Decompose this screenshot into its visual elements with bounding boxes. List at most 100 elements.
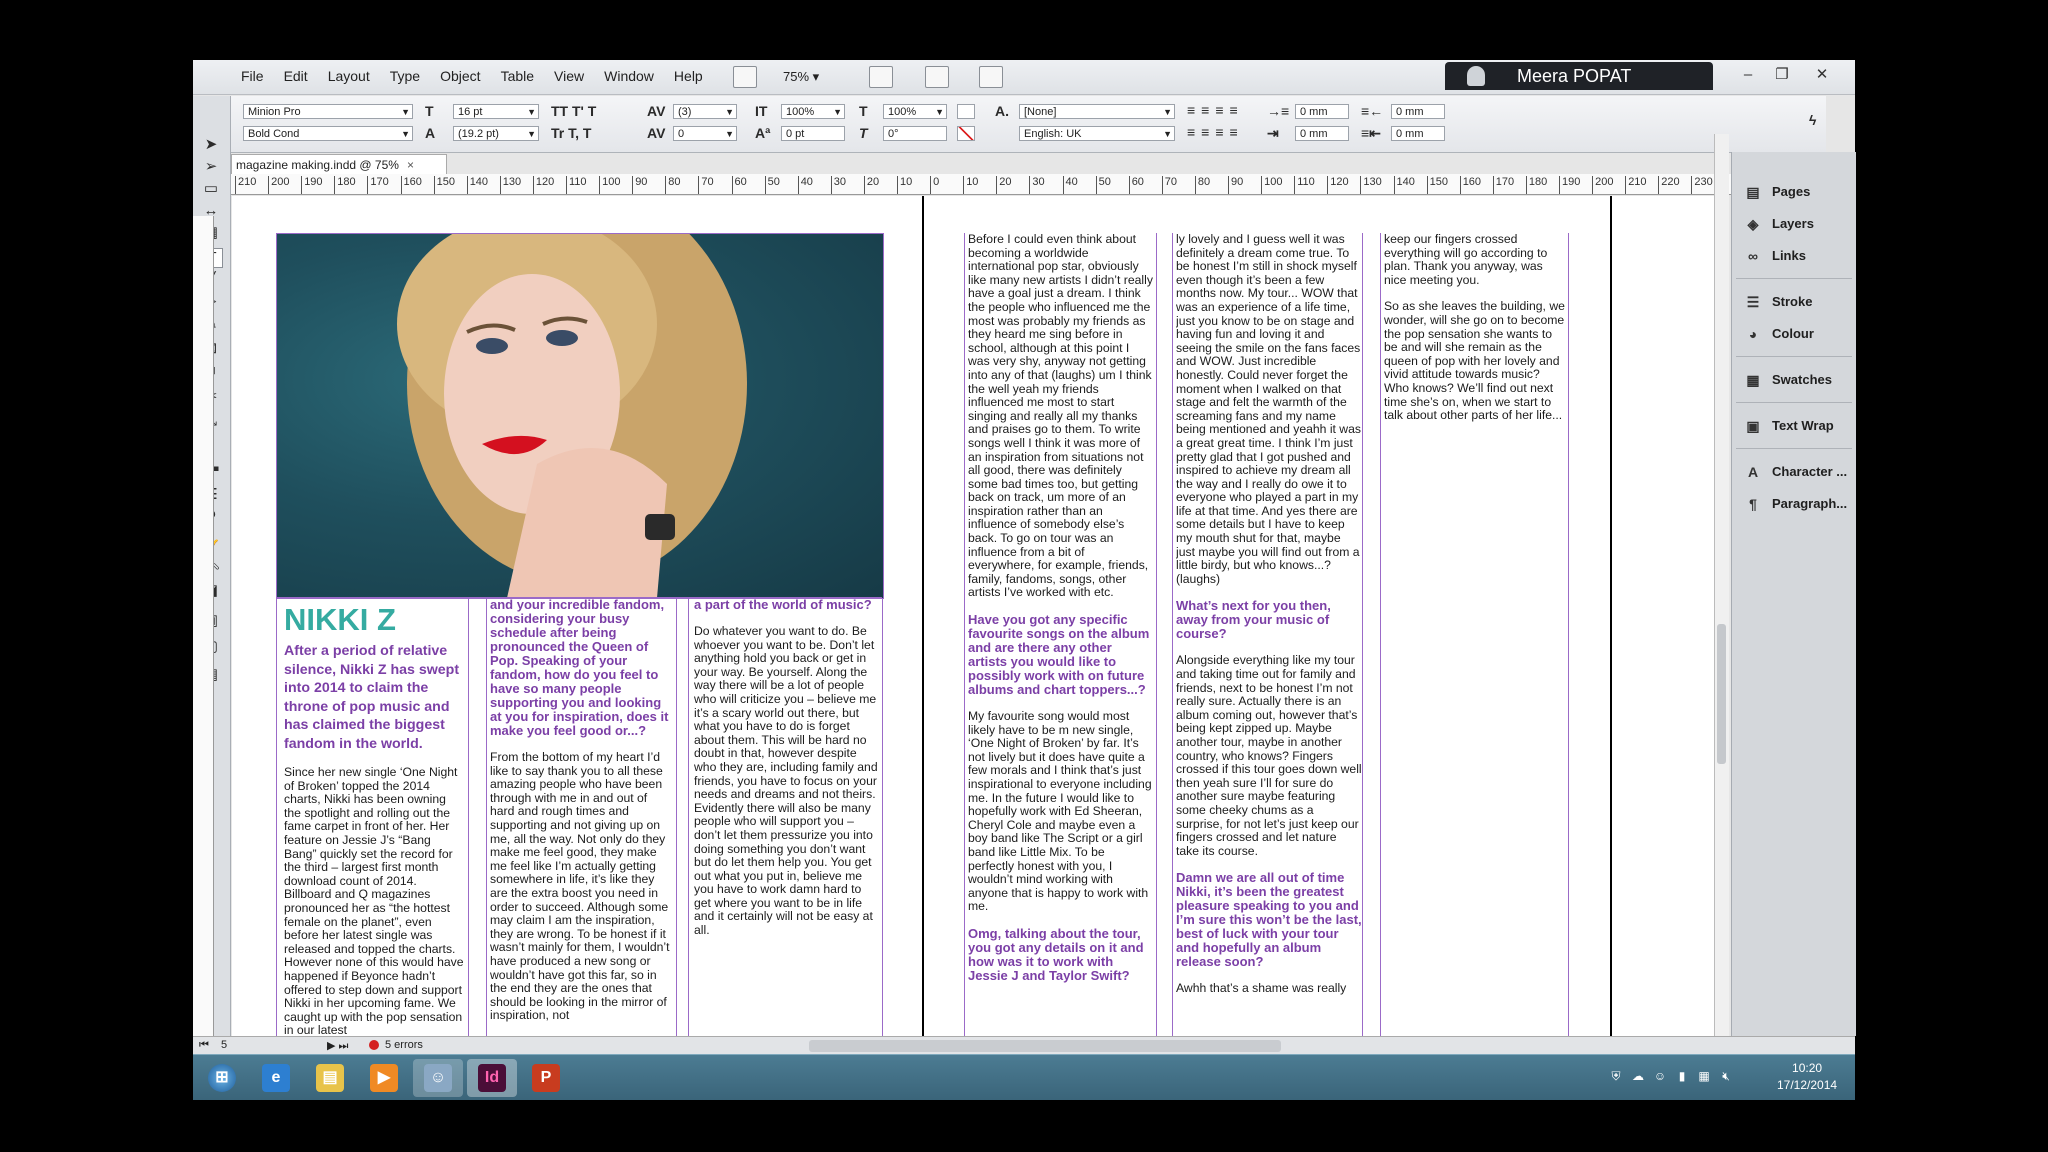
ruler-tick: 220: [1658, 176, 1680, 194]
menu-table[interactable]: Table: [501, 68, 534, 84]
vertical-scale-field[interactable]: 100% ▼: [781, 104, 845, 119]
panel-layers[interactable]: ◈ Layers: [1736, 210, 1852, 238]
skew-field[interactable]: 0°: [883, 126, 947, 141]
headline[interactable]: NIKKI Z: [284, 602, 396, 638]
paragraph-icon: ¶: [1749, 496, 1757, 512]
bottom-area: ⏮ 5 ▶ ⏭ 5 errors ⊞ e ▤ ▶ ☺ Id P ⛨ ☁ ☺ ▮ …: [193, 1036, 1855, 1100]
leading-field[interactable]: (19.2 pt) ▼: [453, 126, 539, 141]
user-badge[interactable]: Meera POPAT: [1445, 62, 1713, 90]
tray-cloud-icon[interactable]: ☁: [1631, 1069, 1645, 1083]
last-line-indent-field[interactable]: 0 mm: [1391, 126, 1445, 141]
lightning-icon[interactable]: ϟ: [1809, 112, 1816, 128]
vertical-scrollbar[interactable]: [1714, 134, 1729, 1036]
kerning-value: (3): [678, 106, 692, 118]
character-style-field[interactable]: [None] ▼: [1019, 104, 1175, 119]
text-column-4[interactable]: Before I could even think about becoming…: [968, 233, 1154, 1036]
internet-explorer-icon: e: [262, 1064, 290, 1092]
text-column-5[interactable]: ly lovely and I guess well it was defini…: [1176, 233, 1362, 1036]
close-icon[interactable]: ✕: [1807, 64, 1837, 86]
cover-photo[interactable]: [276, 233, 884, 599]
text-column-2[interactable]: and your incredible fandom, considering …: [490, 598, 674, 1036]
panel-character[interactable]: A Character ...: [1736, 458, 1852, 486]
tracking-value: 0: [678, 128, 685, 140]
taskbar-user[interactable]: ☺: [413, 1059, 463, 1097]
menu-view[interactable]: View: [554, 68, 584, 84]
baseline-shift-icon: Aª: [755, 125, 771, 141]
font-style-field[interactable]: Bold Cond ▼: [243, 126, 413, 141]
menu-edit[interactable]: Edit: [284, 68, 308, 84]
page-tool-icon[interactable]: ▭: [201, 180, 221, 198]
tray-user-icon[interactable]: ☺: [1653, 1069, 1667, 1083]
selection-tool-icon[interactable]: ➤: [201, 136, 221, 154]
view-options-icon[interactable]: [869, 66, 893, 88]
taskbar-file-explorer[interactable]: ▤: [305, 1059, 355, 1097]
language-field[interactable]: English: UK ▼: [1019, 126, 1175, 141]
first-line-indent-field[interactable]: 0 mm: [1295, 126, 1349, 141]
direct-selection-tool-icon[interactable]: ➢: [201, 158, 221, 176]
minimize-icon[interactable]: –: [1733, 64, 1763, 86]
font-size-value: 16 pt: [458, 106, 483, 118]
first-page-icon[interactable]: ⏮: [199, 1039, 209, 1052]
fill-swatch[interactable]: [957, 104, 975, 119]
panel-paragraph[interactable]: ¶ Paragraph...: [1736, 490, 1852, 518]
horizontal-scale-field[interactable]: 100% ▼: [883, 104, 947, 119]
bridge-icon[interactable]: [733, 66, 757, 88]
tray-shield-icon[interactable]: ⛨: [1609, 1069, 1623, 1083]
left-indent-field[interactable]: 0 mm: [1295, 104, 1349, 119]
panel-swatches-label: Swatches: [1772, 372, 1832, 387]
panel-pages[interactable]: ▤ Pages: [1736, 178, 1852, 206]
next-page-icon[interactable]: ▶ ⏭: [327, 1039, 348, 1053]
taskbar-internet-explorer[interactable]: e: [251, 1059, 301, 1097]
menu-file[interactable]: File: [241, 68, 264, 84]
horizontal-scroll-thumb[interactable]: [809, 1040, 1281, 1052]
tray-network-icon[interactable]: ▦: [1697, 1069, 1711, 1083]
taskbar-media-player[interactable]: ▶: [359, 1059, 409, 1097]
text-column-1[interactable]: Since her new single ‘One Night of Broke…: [284, 766, 466, 1036]
intro-paragraph[interactable]: After a period of relative silence, Nikk…: [284, 642, 466, 753]
zoom-level[interactable]: 75% ▾: [783, 69, 819, 85]
ruler-tick: 210: [1625, 176, 1647, 194]
document-tab[interactable]: magazine making.indd @ 75% ×: [231, 154, 447, 175]
taskbar-powerpoint[interactable]: P: [521, 1059, 571, 1097]
tracking-field[interactable]: 0 ▼: [673, 126, 737, 141]
restore-icon[interactable]: ❐: [1767, 64, 1797, 86]
panel-stroke[interactable]: ☰ Stroke: [1736, 288, 1852, 316]
column-guide: [1568, 233, 1569, 1036]
font-size-field[interactable]: 16 pt ▼: [453, 104, 539, 119]
small-caps-icon[interactable]: Tr T, T: [551, 125, 591, 141]
kerning-field[interactable]: (3) ▼: [673, 104, 737, 119]
stroke-swatch[interactable]: [957, 126, 975, 141]
panel-text-wrap[interactable]: ▣ Text Wrap: [1736, 412, 1852, 440]
page-number[interactable]: 5: [221, 1039, 227, 1051]
menu-object[interactable]: Object: [440, 68, 480, 84]
taskbar-indesign[interactable]: Id: [467, 1059, 517, 1097]
panel-swatches[interactable]: ▦ Swatches: [1736, 366, 1852, 394]
menu-type[interactable]: Type: [390, 68, 420, 84]
justify-buttons-icon[interactable]: ≡≡≡≡: [1187, 124, 1244, 140]
menu-help[interactable]: Help: [674, 68, 703, 84]
menu-window[interactable]: Window: [604, 68, 654, 84]
right-indent-field[interactable]: 0 mm: [1391, 104, 1445, 119]
text-column-6[interactable]: keep our fingers crossed everything will…: [1384, 233, 1566, 533]
start-button[interactable]: ⊞: [197, 1059, 247, 1097]
language-value: English: UK: [1024, 128, 1082, 140]
all-caps-icon[interactable]: TT T' T: [551, 103, 596, 119]
side-panel-dock: ▤ Pages ◈ Layers ∞ Links ☰ Stroke ◕ Colour ▦ S…: [1731, 152, 1856, 1036]
column-4-question-2: Omg, talking about the tour, you got any…: [968, 925, 1144, 983]
panel-separator: [1736, 356, 1852, 357]
system-clock[interactable]: 10:20 17/12/2014: [1777, 1060, 1837, 1094]
panel-links[interactable]: ∞ Links: [1736, 242, 1852, 270]
tray-volume-muted-icon[interactable]: 🔇︎: [1719, 1069, 1733, 1083]
menu-layout[interactable]: Layout: [328, 68, 370, 84]
arrange-documents-icon[interactable]: [979, 66, 1003, 88]
screen-mode-icon[interactable]: [925, 66, 949, 88]
baseline-shift-field[interactable]: 0 pt: [781, 126, 845, 141]
scroll-thumb[interactable]: [1717, 624, 1726, 764]
close-tab-icon[interactable]: ×: [407, 158, 414, 172]
tray-battery-icon[interactable]: ▮: [1675, 1069, 1689, 1083]
font-family-field[interactable]: Minion Pro ▼: [243, 104, 413, 119]
text-column-3[interactable]: a part of the world of music? Do whateve…: [694, 598, 880, 1036]
panel-colour[interactable]: ◕ Colour: [1736, 320, 1852, 348]
preflight-errors[interactable]: 5 errors: [385, 1039, 423, 1051]
align-buttons-icon[interactable]: ≡≡≡≡: [1187, 102, 1244, 118]
